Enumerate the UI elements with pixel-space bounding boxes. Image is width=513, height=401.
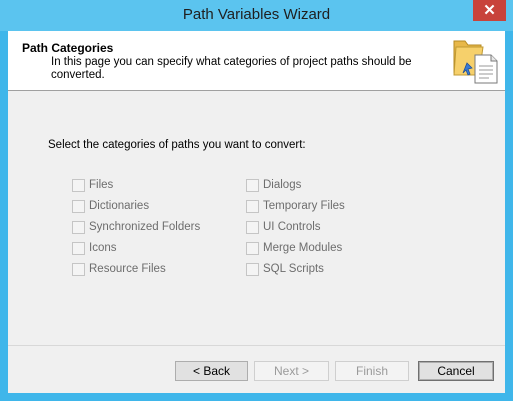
category-prompt: Select the categories of paths you want … [48, 139, 306, 151]
window-title: Path Variables Wizard [182, 6, 331, 23]
back-button[interactable]: < Back [175, 361, 248, 381]
checkbox-box[interactable] [72, 241, 85, 255]
close-button[interactable]: ✕ [473, 0, 506, 21]
checkbox-dictionaries[interactable]: Dictionaries [72, 198, 149, 214]
next-button[interactable]: Next > [254, 361, 329, 381]
checkbox-box[interactable] [246, 178, 259, 192]
checkbox-label: Synchronized Folders [89, 221, 201, 233]
checkbox-files[interactable]: Files [72, 177, 113, 193]
checkbox-label: Dialogs [263, 179, 302, 191]
checkbox-label: Icons [89, 242, 117, 254]
checkbox-label: Merge Modules [263, 242, 343, 254]
checkbox-box[interactable] [72, 199, 85, 213]
wizard-window: Path Variables Wizard ✕ Path Categories … [0, 0, 513, 401]
finish-button[interactable]: Finish [335, 361, 409, 381]
checkbox-synchronized-folders[interactable]: Synchronized Folders [72, 219, 200, 235]
checkbox-resource-files[interactable]: Resource Files [72, 261, 166, 277]
wizard-client-area: Path Categories In this page you can spe… [8, 31, 505, 393]
folder-document-icon [453, 40, 498, 84]
cancel-button[interactable]: Cancel [418, 361, 494, 381]
checkbox-sql-scripts[interactable]: SQL Scripts [246, 261, 324, 277]
checkbox-label: SQL Scripts [263, 263, 324, 275]
close-icon: ✕ [483, 2, 496, 19]
checkbox-box[interactable] [246, 199, 259, 213]
checkbox-label: Temporary Files [263, 200, 345, 212]
title-bar[interactable]: Path Variables Wizard ✕ [0, 0, 513, 31]
checkbox-box[interactable] [246, 241, 259, 255]
checkbox-label: Files [89, 179, 114, 191]
page-description: In this page you can specify what catego… [51, 56, 412, 81]
checkbox-box[interactable] [72, 178, 85, 192]
page-title: Path Categories [22, 41, 114, 55]
checkbox-box[interactable] [72, 262, 85, 276]
checkbox-box[interactable] [246, 262, 259, 276]
checkbox-ui-controls[interactable]: UI Controls [246, 219, 321, 235]
checkbox-box[interactable] [246, 220, 259, 234]
wizard-header: Path Categories In this page you can spe… [8, 31, 505, 91]
checkbox-icons[interactable]: Icons [72, 240, 117, 256]
checkbox-label: Dictionaries [89, 200, 150, 212]
checkbox-temporary-files[interactable]: Temporary Files [246, 198, 345, 214]
footer-separator [8, 345, 505, 346]
checkbox-merge-modules[interactable]: Merge Modules [246, 240, 342, 256]
checkbox-label: Resource Files [89, 263, 166, 275]
checkbox-box[interactable] [72, 220, 85, 234]
checkbox-dialogs[interactable]: Dialogs [246, 177, 301, 193]
checkbox-label: UI Controls [263, 221, 321, 233]
